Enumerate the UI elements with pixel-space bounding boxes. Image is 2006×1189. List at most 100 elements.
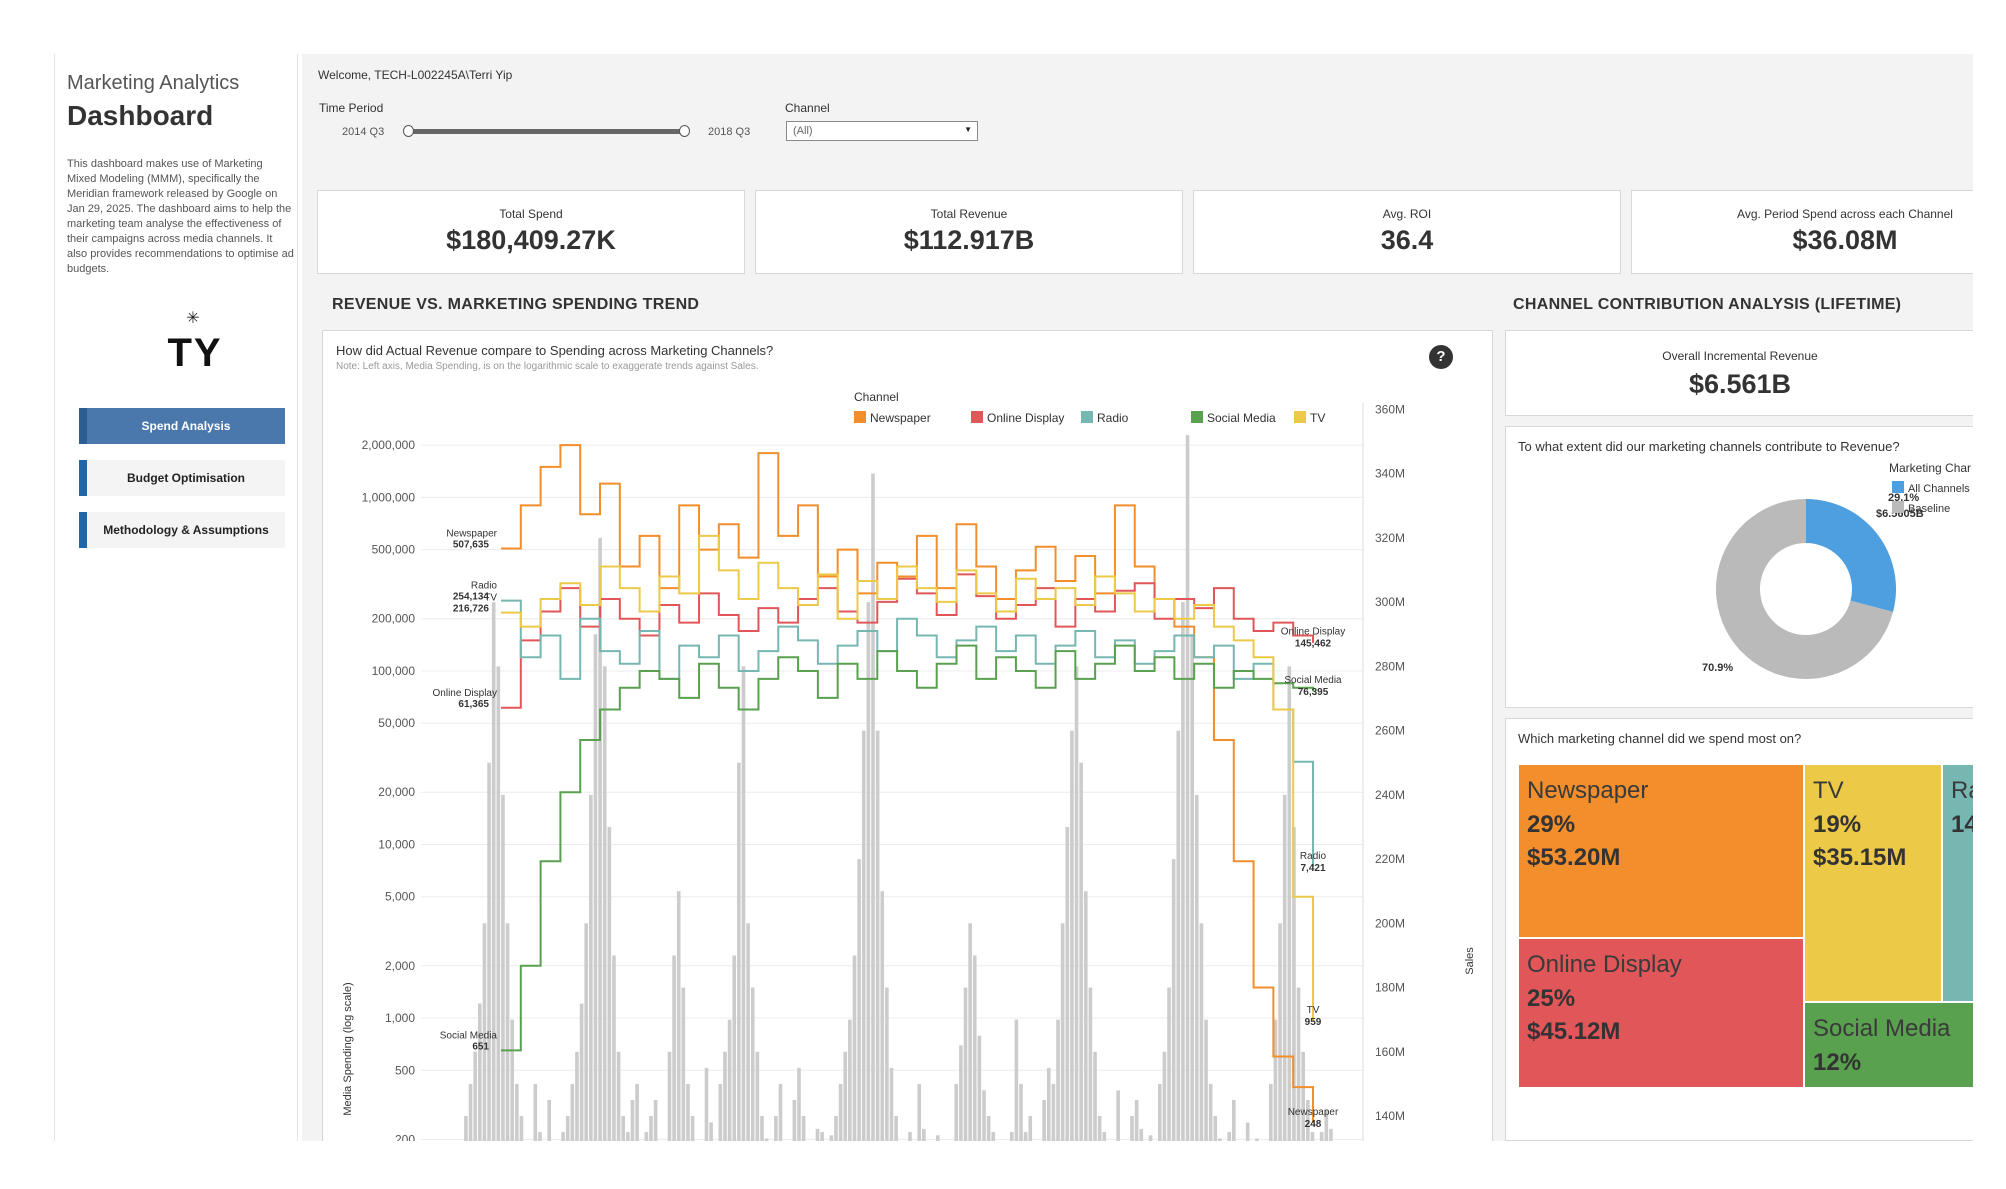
legend-label[interactable]: Newspaper [870,411,931,425]
sales-bar [797,1067,801,1141]
logo-text: TY [167,331,223,375]
sales-bar [538,1132,542,1141]
legend-swatch[interactable] [1294,411,1306,423]
sales-bar [815,1128,820,1141]
sales-bar [727,1019,732,1141]
sales-bar [982,1090,986,1141]
sales-bar [848,1019,852,1141]
nav-methodology[interactable]: Methodology & Assumptions [79,512,285,548]
y2-tick-label: 360M [1375,402,1405,416]
kpi-value: 36.4 [1380,225,1434,255]
nav-budget-optimisation[interactable]: Budget Optimisation [79,460,285,496]
donut-chart: 70.9%29.1%$6.5605BMarketing CharAll Chan… [1702,461,1971,679]
sales-bar [954,1083,959,1141]
donut-legend-swatch[interactable] [1892,481,1904,493]
sales-bar [861,730,866,1141]
trend-chart-card: 2,000,000 1,000,000 500,000 200,000 100,000 5… [322,330,1493,1141]
time-period-label: Time Period [319,101,384,115]
nav-spend-analysis[interactable]: Spend Analysis [79,408,285,444]
sales-bar [1227,1132,1231,1141]
donut-legend-label[interactable]: Baseline [1908,503,1950,515]
sales-bar [1204,1019,1208,1141]
sales-bar [834,1116,838,1141]
sales-bar [732,955,737,1141]
sales-bar [1060,923,1065,1141]
y-tick-label: 200 [395,1132,415,1141]
slider-start-handle[interactable] [403,125,414,137]
time-period-slider[interactable] [409,129,685,134]
sales-bar [820,1132,824,1141]
end-label-value: 959 [1305,1017,1322,1028]
treemap-cell-tv[interactable]: TV 19% $35.15M [1804,764,1942,1002]
treemap-cell-radio[interactable]: Ra 14 [1942,764,1973,1002]
donut-legend-label[interactable]: All Channels [1908,483,1970,495]
treemap-cell-pct: 25% [1527,985,1576,1012]
legend-swatch[interactable] [854,411,866,423]
y2-tick-label: 260M [1375,724,1405,738]
overall-incremental-value: $6.561B [1688,369,1792,399]
sales-bar [838,1083,843,1141]
sales-bar [487,762,491,1141]
treemap-question: Which marketing channel did we spend mos… [1518,731,1802,746]
legend-swatch[interactable] [971,411,983,423]
kpi-total-spend: Total Spend $180,409.27K [317,190,745,274]
sales-bar [561,1132,565,1141]
sales-bar [505,923,510,1141]
slider-end-handle[interactable] [679,125,690,137]
sales-bar [1139,1128,1144,1141]
kpi-label: Avg. Period Spend across each Channel [1737,207,1953,221]
channel-dropdown-value: (All) [793,125,813,137]
legend-label[interactable]: Social Media [1207,411,1276,425]
sales-bar [644,1132,649,1141]
sales-bar [871,473,875,1141]
sales-bar [649,1116,653,1141]
sales-bar [1213,1116,1218,1141]
kpi-avg-period-spend: Avg. Period Spend across each Channel $3… [1631,190,1973,274]
sales-bar [579,1003,584,1141]
chevron-down-icon[interactable]: ▼ [964,125,972,134]
start-label-name: Radio [471,581,498,592]
start-label-name: Newspaper [446,529,497,540]
y2-tick-label: 220M [1375,852,1405,866]
sales-bar [986,1116,991,1141]
question-icon[interactable]: ? [1429,345,1453,369]
channel-dropdown[interactable]: (All) ▼ [786,121,978,141]
sales-bar [1070,730,1074,1141]
start-label-name: TV [484,593,497,604]
sales-bar [1310,1132,1315,1141]
sales-bar [676,891,681,1141]
sales-bar [1097,1116,1102,1141]
sales-bar [1088,987,1093,1141]
end-label-value: 145,462 [1295,639,1332,650]
sales-bar [1162,1051,1167,1141]
donut-legend-swatch[interactable] [1892,501,1904,513]
y2-tick-label: 240M [1375,788,1405,802]
sales-bar [1282,794,1287,1141]
sales-bar [1167,987,1171,1141]
treemap-cell-name: Newspaper [1527,777,1649,804]
legend-label[interactable]: Radio [1097,411,1129,425]
y-tick-label: 200,000 [372,612,416,626]
sales-bar [510,1019,515,1141]
sales-bar [1255,1138,1259,1141]
app-name: Marketing Analytics [67,72,240,94]
treemap-cell-pct: 29% [1527,811,1576,838]
y2-tick-label: 320M [1375,531,1405,545]
treemap-cell-social-media[interactable]: Social Media 12% [1804,1002,1973,1088]
treemap-cell-newspaper[interactable]: Newspaper 29% $53.20M [1518,764,1804,938]
legend-label[interactable]: TV [1310,411,1325,425]
sales-bar [616,1051,621,1141]
sales-bar [1051,1083,1056,1141]
sales-bar [621,1116,626,1141]
legend-swatch[interactable] [1191,411,1203,423]
sales-bar [1319,1132,1324,1141]
treemap-cell-name: TV [1813,777,1844,804]
sales-bar [1329,1128,1333,1141]
sales-bar [501,794,505,1141]
channel-filter-label: Channel [785,101,830,115]
kpi-label: Total Revenue [930,207,1008,221]
legend-label[interactable]: Online Display [987,411,1064,425]
sales-bar [704,1067,709,1141]
legend-swatch[interactable] [1081,411,1093,423]
treemap-cell-online-display[interactable]: Online Display 25% $45.12M [1518,938,1804,1088]
